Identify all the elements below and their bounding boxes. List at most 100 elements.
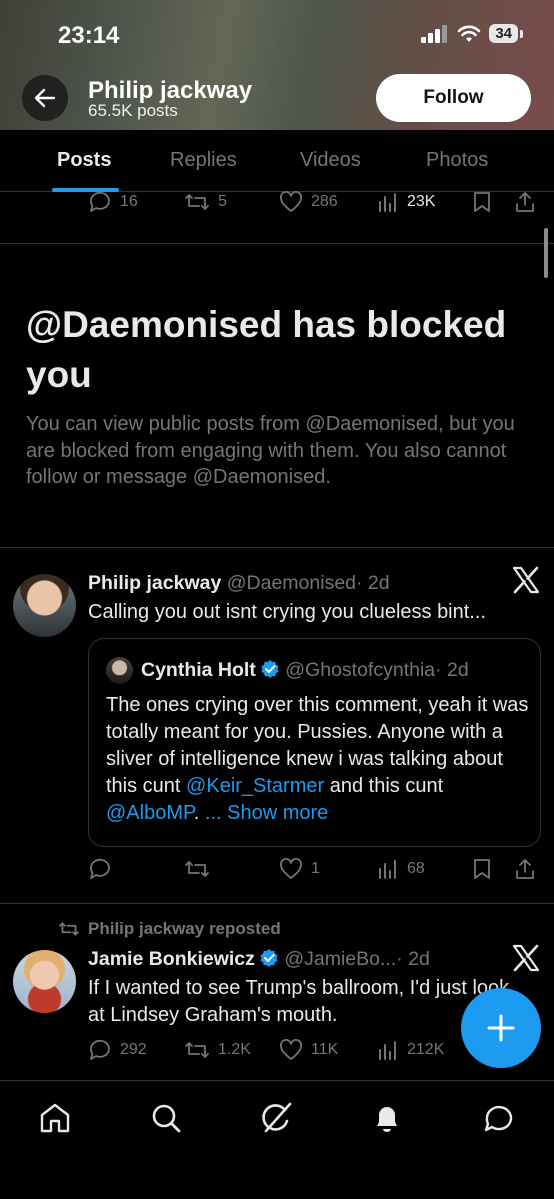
plus-icon [487,1014,515,1042]
divider [0,903,554,904]
repost-count: 1.2K [218,1041,251,1058]
mention-link[interactable]: @AlboMP [106,802,194,824]
views-action[interactable]: 212K [377,1039,444,1061]
tweet-text: Calling you out isnt crying you clueless… [88,601,486,623]
bottom-navigation [0,1080,554,1199]
home-icon [40,1103,70,1133]
repost-count: 5 [218,193,227,210]
quote-author-handle[interactable]: @Ghostofcynthia [285,659,435,681]
views-icon [379,1041,396,1060]
author-handle[interactable]: @Daemonised [227,572,356,594]
like-action[interactable]: 1 [279,858,320,880]
divider [0,243,554,244]
tweet-text: If I wanted to see Trump's ballroom, I'd… [88,977,510,1026]
bookmark-action[interactable] [472,858,492,880]
quote-time: · 2d [435,659,469,681]
repost-icon [185,861,209,877]
profile-header-banner: 23:14 34 Philip jackway 65.5K posts Foll… [0,0,554,130]
like-count: 11K [311,1041,339,1058]
views-count: 212K [407,1041,445,1058]
repost-indicator: Philip jackway reposted [58,919,281,939]
reply-icon [90,1039,110,1060]
repost-icon [185,1042,209,1058]
reply-action[interactable]: 16 [88,191,138,213]
scrollbar[interactable] [544,228,548,278]
repost-action[interactable] [184,858,218,880]
bookmark-icon [474,859,490,879]
verified-badge-icon [260,949,278,967]
reply-count: 292 [120,1041,147,1058]
tweet-time: · 2d [396,948,430,970]
heart-icon [280,858,302,879]
profile-tabs: Posts Replies Videos Photos [0,130,554,192]
quote-text: The ones crying over this comment, yeah … [106,692,531,827]
repost-label[interactable]: Philip jackway reposted [88,919,281,939]
profile-post-count: 65.5K posts [88,101,178,120]
compose-button[interactable] [461,988,541,1068]
battery-indicator: 34 [489,24,523,43]
signal-icon [421,24,448,43]
divider [0,547,554,548]
back-button[interactable] [22,75,68,121]
heart-icon [280,191,302,212]
nav-messages[interactable] [481,1101,515,1140]
reply-action[interactable]: 292 [88,1039,147,1061]
verified-badge-icon [261,660,279,678]
reply-icon [90,858,110,879]
reply-action[interactable] [88,858,120,880]
show-more-link[interactable]: ... Show more [205,802,328,824]
like-action[interactable]: 11K [279,1039,338,1061]
tab-photos[interactable]: Photos [426,149,488,172]
quote-text-part: and this cunt [324,775,444,797]
bell-icon [377,1107,397,1132]
like-action[interactable]: 286 [279,191,338,213]
wifi-icon [458,25,481,42]
tab-videos[interactable]: Videos [300,149,361,172]
quote-text-part: . [193,802,205,824]
repost-icon [59,922,79,936]
views-action[interactable]: 68 [377,858,425,880]
nav-home[interactable] [38,1101,72,1140]
views-count: 23K [407,193,436,210]
tweet-actions: 1 68 [0,858,554,888]
quoted-tweet-card[interactable]: Cynthia Holt @Ghostofcynthia· 2d The one… [88,638,541,847]
share-action[interactable] [514,858,536,880]
tweet-time: · 2d [356,572,390,594]
repost-action[interactable]: 1.2K [184,1039,251,1061]
tab-posts[interactable]: Posts [57,149,111,172]
views-action[interactable]: 23K [377,191,435,213]
nav-search[interactable] [149,1101,183,1140]
share-icon [516,192,534,212]
repost-icon [185,194,209,210]
repost-action[interactable]: 5 [184,191,227,213]
status-icons: 34 [421,24,523,43]
message-icon [484,1105,513,1132]
top-post-actions: 16 5 286 23K [0,191,554,221]
avatar[interactable] [13,574,76,637]
mention-link[interactable]: @Keir_Starmer [186,775,324,797]
nav-notifications[interactable] [370,1101,404,1140]
author-handle[interactable]: @JamieBo... [284,948,396,970]
views-icon [379,193,396,212]
grok-icon [262,1102,292,1133]
like-count: 1 [311,860,320,877]
avatar[interactable] [13,950,76,1013]
reply-icon [90,191,110,212]
blocked-description: You can view public posts from @Daemonis… [26,413,515,488]
bookmark-icon [474,192,490,212]
search-icon [152,1104,181,1133]
follow-button[interactable]: Follow [376,74,531,122]
tab-replies[interactable]: Replies [170,149,237,172]
quote-author-name[interactable]: Cynthia Holt [141,659,256,681]
nav-grok[interactable] [259,1101,293,1140]
blocked-title: @Daemonised has blocked you [26,304,507,395]
quote-header: Cynthia Holt @Ghostofcynthia· 2d [141,659,469,682]
bookmark-action[interactable] [472,191,492,213]
share-action[interactable] [514,191,536,213]
quote-avatar[interactable] [106,657,133,684]
views-icon [379,860,396,879]
author-name[interactable]: Philip jackway [88,572,221,594]
author-name[interactable]: Jamie Bonkiewicz [88,948,255,970]
arrow-left-icon [34,88,56,108]
share-icon [516,859,534,879]
